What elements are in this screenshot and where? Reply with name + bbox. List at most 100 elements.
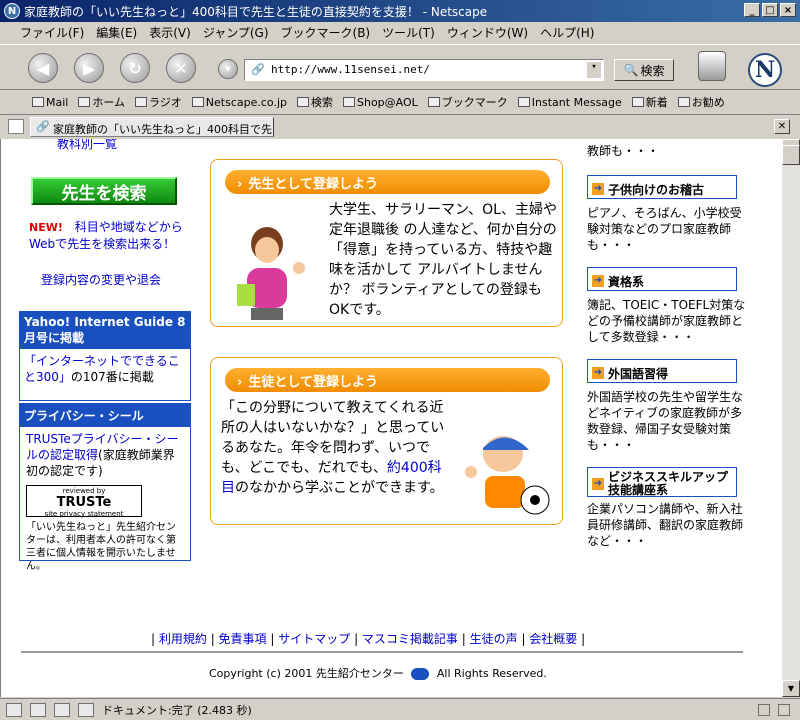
menu-tools[interactable]: ツール(T) [382,24,435,41]
teacher-character-image [237,227,305,320]
menu-bookmarks[interactable]: ブックマーク(B) [281,24,371,41]
truste-seal-sub: site privacy statement [44,510,124,518]
reload-icon[interactable]: ↻ [120,53,150,83]
right-text-business: 企業パソコン講師や、新入社員研修講師、翻訳の家庭教師など・・・ [587,502,744,548]
chevron-right-icon: › [237,375,243,390]
shop-icon [343,97,355,107]
page-content: 教科別一覧 先生を検索 NEW! 科目や地域などから Webで先生を検索出来る！… [0,139,782,697]
right-heading-license[interactable]: ➜ 資格系 [587,267,737,291]
toolbar-item-radio[interactable]: ラジオ [135,94,182,110]
close-tab-icon[interactable]: ✕ [774,119,790,134]
link-icon [677,97,690,107]
right-heading-kids-label: 子供向けのお稽古 [608,182,705,197]
arrow-right-icon: ➜ [592,183,604,195]
maximize-button[interactable]: □ [762,3,778,17]
right-heading-license-label: 資格系 [608,274,645,289]
student-register-label: 生徒として登録しよう [248,375,378,390]
netscape-logo-icon[interactable]: N [748,53,782,87]
student-register-box: › 生徒として登録しよう 「この分野について教えてくれる近所の人はいないかな？」と… [210,357,563,525]
toolbar-item-bookmarks[interactable]: ブックマーク [427,94,508,110]
window-title: 家庭教師の「いい先生ねっと」400科目で先生と生徒の直接契約を支援！ - Net… [24,4,488,19]
mail-icon[interactable] [6,702,22,717]
subject-list-link[interactable]: 教科別一覧 [57,139,117,152]
url-text: http://www.11sensei.net/ [271,63,430,76]
student-description: 「この分野について教えてくれる近所の人はいないかな？」と思っているあなた。年令を… [221,398,449,498]
center-logo-icon [411,668,430,680]
menu-go[interactable]: ジャンプ(G) [203,24,269,41]
toolbar-item-instant-message[interactable]: Instant Message [517,96,622,109]
connection-icon [758,703,770,716]
home-icon [78,97,91,107]
close-window-button[interactable]: × [780,3,796,17]
footer-link-voice[interactable]: 生徒の声 [470,632,518,646]
search-icon [297,97,309,107]
toolbar-item-netscape[interactable]: Netscape.co.jp [191,96,287,109]
new-badge: NEW! [29,221,63,234]
toolbar-item-new[interactable]: 新着 [631,94,668,110]
right-heading-business[interactable]: ➜ ビジネススキルアップ技能講座系 [587,467,737,497]
compose-icon[interactable] [30,702,46,717]
tab-label: 家庭教師の「いい先生ねっと」400科目で先... [53,123,274,136]
yahoo-guide-suffix: の107番に掲載 [70,370,154,384]
toolbar-item-mail[interactable]: Mail [32,96,68,109]
vertical-scrollbar[interactable]: ▲ ▼ [782,139,800,697]
scroll-thumb[interactable] [782,145,800,165]
toolbar-item-home[interactable]: ホーム [78,94,125,110]
toolbar-item-recommend[interactable]: お勧め [677,94,725,110]
aim-icon[interactable] [54,702,70,717]
student-text-b: のなかから学ぶことができます。 [235,480,444,496]
footer-link-company[interactable]: 会社概要 [529,632,577,646]
url-dropdown-icon[interactable]: ▾ [587,62,601,78]
web-search-link[interactable]: Webで先生を検索出来る！ [29,237,175,251]
yahoo-guide-heading: Yahoo! Internet Guide 8月号に掲載 [20,312,190,349]
footer-link-terms[interactable]: 利用規約 [159,632,207,646]
forward-arrow-icon[interactable]: ▶ [74,53,104,83]
menu-bar: ファイル(F) 編集(E) 表示(V) ジャンプ(G) ブックマーク(B) ツー… [0,22,800,42]
menu-help[interactable]: ヘルプ(H) [540,24,594,41]
radio-icon [135,97,148,107]
find-teacher-button[interactable]: 先生を検索 [31,177,177,205]
dropdown-history-icon[interactable]: ▾ [218,59,238,79]
minimize-button[interactable]: _ [744,3,760,17]
menu-window[interactable]: ウィンドウ(W) [447,24,528,41]
menu-file[interactable]: ファイル(F) [20,24,84,41]
teacher-register-box: › 先生として登録しよう 大学生、サラリーマン、OL、主婦や定年退職後 の人達など… [210,159,563,327]
right-text-language: 外国語学校の先生や留学生などネイティブの家庭教師が多数登録、帰国子女受験対策も・… [587,390,744,452]
page-link-icon: 🔗 [251,63,265,76]
new-feature-link[interactable]: 科目や地域などから [75,220,183,234]
right-heading-kids[interactable]: ➜ 子供向けのお稽古 [587,175,737,199]
teacher-description: 大学生、サラリーマン、OL、主婦や定年退職後 の人達など、何か自分の「得意」を持… [329,202,557,318]
rights-text: All Rights Reserved. [436,667,547,680]
print-icon[interactable] [698,51,726,81]
new-tab-icon[interactable] [8,119,24,134]
toolbar-item-search[interactable]: 検索 [297,94,333,110]
privacy-note: 「いい先生ねっと」先生紹介センターは、利用者本人の許可なく第三者に個人情報を開示… [26,522,176,572]
navigation-toolbar: ◀ ▶ ↻ ✕ ▾ 🔗 http://www.11sensei.net/ ▾ 🔍… [0,44,800,90]
my-netscape-icon [191,97,204,107]
right-text-license: 簿記、TOEIC・TOEFL対策などの予備校講師が家庭教師として多数登録・・・ [587,298,746,344]
search-button-label: 検索 [640,63,665,78]
teacher-register-bar[interactable]: › 先生として登録しよう [225,170,550,194]
change-registration-link[interactable]: 登録内容の変更や退会 [41,271,161,288]
composer-icon[interactable] [78,702,94,717]
menu-edit[interactable]: 編集(E) [96,24,137,41]
footer-link-disclaimer[interactable]: 免責事項 [219,632,267,646]
url-input[interactable]: 🔗 http://www.11sensei.net/ ▾ [244,59,604,81]
search-button[interactable]: 🔍 検索 [614,59,674,81]
link-icon [517,97,530,107]
menu-view[interactable]: 表示(V) [149,24,191,41]
footer-link-media[interactable]: マスコミ掲載記事 [362,632,458,646]
footer-link-sitemap[interactable]: サイトマップ [278,632,350,646]
right-heading-language[interactable]: ➜ 外国語習得 [587,359,737,383]
folder-icon [427,97,440,107]
security-lock-icon[interactable] [778,703,790,716]
arrow-right-icon: ➜ [592,367,604,379]
truste-seal-image[interactable]: reviewed by TRUSTe site privacy statemen… [26,485,142,518]
tab-current[interactable]: 🔗 家庭教師の「いい先生ねっと」400科目で先... [30,117,274,137]
status-text: ドキュメント:完了 (2.483 秒) [102,703,252,717]
toolbar-item-shop[interactable]: Shop@AOL [343,96,418,109]
student-register-bar[interactable]: › 生徒として登録しよう [225,368,550,392]
back-arrow-icon[interactable]: ◀ [28,53,58,83]
scroll-down-icon[interactable]: ▼ [782,680,800,697]
stop-icon[interactable]: ✕ [166,53,196,83]
